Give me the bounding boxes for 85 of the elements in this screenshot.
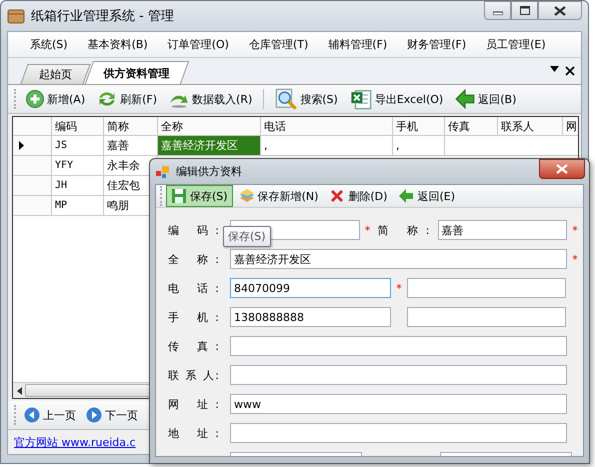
box-icon: [7, 8, 25, 24]
maximize-icon: [520, 6, 530, 15]
text-field[interactable]: 嘉善: [438, 220, 567, 240]
dropdown-icon[interactable]: [550, 66, 559, 72]
required-mark: *: [571, 252, 579, 266]
toolbar-button[interactable]: 刷新(F): [92, 86, 162, 112]
menu-item[interactable]: 系统(S): [20, 37, 78, 52]
spreadsheet-icon: [350, 88, 372, 110]
back-arrow-icon: [455, 89, 476, 109]
required-mark: *: [395, 282, 403, 294]
column-header[interactable]: 全称: [158, 117, 261, 135]
toolbar-button[interactable]: 保存新增(N): [234, 185, 324, 207]
tab[interactable]: 起始页: [20, 64, 91, 84]
pager-button[interactable]: 上一页: [19, 404, 81, 426]
table-cell: ,: [261, 136, 393, 155]
text-field[interactable]: [407, 307, 566, 327]
dialog-title: 编辑供方资料: [176, 164, 242, 179]
tab[interactable]: 供方资料管理: [84, 61, 190, 84]
text-field[interactable]: [230, 365, 567, 385]
menu-item[interactable]: 订单管理(O): [158, 37, 239, 52]
column-header[interactable]: 简称: [104, 117, 158, 135]
left-arrow-icon[interactable]: [17, 386, 22, 394]
close-button[interactable]: [538, 1, 582, 20]
delete-icon: [329, 188, 346, 204]
required-mark: *: [364, 224, 372, 236]
field-label: 传 真:: [168, 338, 220, 354]
menu-item[interactable]: 基本资料(B): [78, 37, 158, 52]
plus-icon: [26, 90, 44, 108]
website-link[interactable]: 官方网站 www.rueida.c: [14, 434, 136, 450]
toolbar-button[interactable]: 导出Excel(O): [344, 85, 448, 113]
text-field[interactable]: [230, 423, 567, 443]
field-label: 网 址:: [168, 396, 220, 412]
column-header[interactable]: 编码: [52, 117, 104, 135]
menu-item[interactable]: 辅料管理(F): [318, 37, 398, 52]
row-pointer-icon: [19, 141, 24, 150]
tooltip: 保存(S): [223, 226, 271, 247]
text-field[interactable]: www: [230, 394, 567, 414]
search-icon: [275, 88, 298, 110]
table-cell: JH: [52, 176, 104, 195]
close-button[interactable]: [539, 159, 585, 179]
text-field[interactable]: 1380888888: [230, 307, 391, 327]
field-label: 全 称:: [168, 252, 220, 266]
toolbar-button[interactable]: 数据载入(R): [164, 86, 258, 112]
pager-button[interactable]: 下一页: [81, 404, 143, 426]
column-header[interactable]: 联系人: [498, 117, 563, 135]
table-cell: 嘉善经济开发区: [158, 136, 261, 155]
table-cell: YFY: [52, 156, 104, 175]
close-icon: [554, 6, 566, 16]
table-cell: ,: [393, 136, 445, 155]
toolbar-button[interactable]: 返回(E): [393, 185, 460, 207]
toolbar-button[interactable]: 新增(A): [21, 87, 90, 111]
field-label: 联 系 人:: [168, 368, 220, 382]
column-header[interactable]: 手机: [393, 117, 445, 135]
field-label: 手 机:: [168, 310, 220, 324]
window-title: 纸箱行业管理系统 - 管理: [31, 8, 175, 25]
toolbar-button[interactable]: 保存(S): [166, 185, 233, 207]
text-field[interactable]: 84070099: [230, 278, 391, 298]
field-label: 地 址:: [168, 426, 220, 440]
column-header[interactable]: 网: [563, 117, 578, 135]
menu-item[interactable]: 员工管理(E): [476, 37, 556, 52]
required-mark: *: [571, 224, 579, 236]
column-header[interactable]: 传真: [445, 117, 498, 135]
toolbar-button[interactable]: 返回(B): [450, 86, 522, 112]
toolbar-button[interactable]: 搜索(S): [270, 85, 343, 113]
text-field[interactable]: 嘉善经济开发区: [230, 249, 567, 269]
text-field[interactable]: [407, 278, 566, 298]
table-cell: JS: [52, 136, 104, 155]
minimize-button[interactable]: [484, 1, 511, 20]
column-header[interactable]: 电话: [261, 117, 393, 135]
field-label: 编 码:: [168, 222, 220, 238]
close-icon: [556, 164, 568, 174]
books-icon: [238, 188, 255, 204]
row-header[interactable]: [13, 136, 52, 155]
close-icon[interactable]: [565, 66, 575, 76]
floppy-icon: [171, 188, 187, 204]
table-cell: MP: [52, 196, 104, 215]
field-label: 简 称:: [376, 222, 430, 238]
maximize-button[interactable]: [511, 1, 538, 20]
toolbar-button[interactable]: 删除(D): [324, 185, 392, 207]
menu-item[interactable]: 财务管理(F): [397, 37, 476, 52]
menu-item[interactable]: 仓库管理(T): [238, 37, 318, 52]
field-label: 电 话:: [168, 280, 220, 296]
text-field[interactable]: [230, 336, 567, 356]
app-icon: [156, 166, 170, 178]
back-arrow-icon: [398, 188, 414, 204]
